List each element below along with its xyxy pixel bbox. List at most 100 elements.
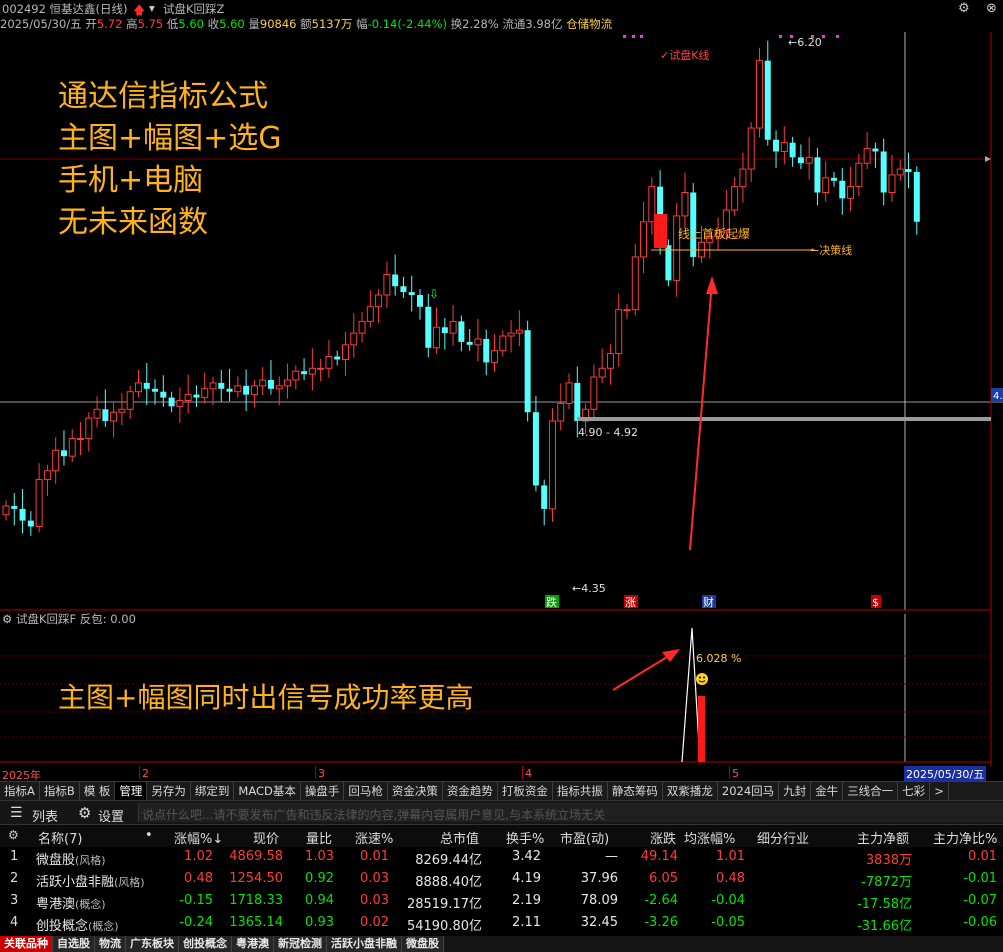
candle-body [648,186,656,223]
bottom-tab-row: 关联品种 自选股 物流 广东板块 创投概念 粤港澳 新冠检测 活跃小盘非融 微盘股 [0,936,1003,952]
tab-item[interactable]: MACD基本 [234,782,301,800]
comment-input[interactable]: 说点什么吧...请不要发布广告和违反法律的内容,弹幕内容属用户意见,与本系统立场… [142,806,605,823]
candle-body [872,148,879,152]
col-price[interactable]: 现价 [253,828,279,847]
menu-icon[interactable]: ▾ [149,1,155,15]
cell-speed: 0.02 [360,915,389,930]
tab-item[interactable]: 九封 [779,782,812,800]
time-axis: 2025年 2 3 4 5 2025/05/30/五 [0,766,1003,782]
table-row[interactable]: 4 创投概念(概念) -0.24 1365.14 0.93 0.02 54190.80亿 2.… [0,912,1003,934]
settings-gear-icon[interactable]: ⚙ [78,804,91,822]
col-ind[interactable]: 细分行业 [757,828,809,847]
cell-name: 微盘股(风格) [36,849,106,868]
candle-body [110,411,118,422]
cell-mcap: 54190.80亿 [406,919,482,934]
cell-idx: 1 [10,849,19,864]
candle-body [515,329,523,334]
tab-item[interactable]: 指标B [40,782,80,800]
tab-item[interactable]: 三线合一 [843,782,899,800]
candle-body [301,371,308,375]
cell-idx: 3 [10,893,19,908]
bottom-tab[interactable]: 广东板块 [126,936,179,952]
candle-body [458,321,465,342]
candle-body [747,127,755,170]
candle-body [863,148,871,164]
candle-body [102,409,109,422]
bottom-tab[interactable]: 物流 [95,936,126,952]
candle-body [896,168,904,176]
arrow-line [689,281,713,551]
candle-body [400,286,407,293]
tab-item[interactable]: 另存为 [147,782,191,800]
list-button[interactable]: 列表 [32,806,58,825]
tab-item[interactable]: 绑定到 [191,782,235,800]
candle-body [888,174,896,193]
tab-item[interactable]: 指标A [0,782,40,800]
cell-diff: 6.05 [649,871,678,886]
cell-avg: 0.48 [716,871,745,886]
high-label: 高 [126,17,138,31]
tab-item[interactable]: 模 板 [80,782,116,800]
bottom-tab[interactable]: 活跃小盘非融 [327,936,402,952]
signal-dot [640,35,643,38]
col-pe[interactable]: 市盈(动) [560,828,609,847]
promo-text-block: 通达信指标公式 主图+幅图+选G 手机+电脑 无未来函数 [58,76,282,244]
peak-label: ←6.20 [788,36,822,49]
tab-item[interactable]: 双紫播龙 [663,782,718,800]
cell-tag: (风格) [75,854,106,867]
col-mcap[interactable]: 总市值 [440,828,479,847]
col-diff[interactable]: 涨跌 [650,828,676,847]
cell-mcap: 8888.40亿 [415,875,482,890]
col-name[interactable]: 名称(7) [38,828,82,847]
col-net[interactable]: 主力净额 [857,828,909,847]
tab-item[interactable]: 2024回马 [718,782,780,800]
sector-value: 仓储物流 [566,17,613,31]
col-chg[interactable]: 涨幅%↓ [174,828,223,847]
bottom-tab[interactable]: 关联品种 [0,936,53,952]
bottom-tab[interactable]: 微盘股 [402,936,444,952]
list-icon[interactable]: ☰ [10,805,23,821]
gear-icon[interactable]: ⚙ [958,1,970,16]
close-icon[interactable]: ⊗ [986,1,997,16]
ksline-label: ✓试盘K线 [660,48,709,62]
tab-item[interactable]: 金牛 [811,782,844,800]
col-netp[interactable]: 主力净比% [933,828,997,847]
tab-item[interactable]: 静态筹码 [608,782,663,800]
tab-item[interactable]: 管理 [115,782,148,800]
tab-item[interactable]: 资金趋势 [443,782,498,800]
tab-item[interactable]: 打板资金 [498,782,553,800]
tab-item[interactable]: 七彩 [898,782,931,800]
candle-body [93,408,101,419]
tab-item[interactable]: 指标共振 [553,782,608,800]
bottom-tab[interactable]: 创投概念 [179,936,232,952]
col-vr[interactable]: 量比 [306,828,332,847]
high-value: 5.75 [137,17,164,31]
tab-item[interactable]: > [930,782,949,800]
candle-body [425,306,432,348]
table-row[interactable]: 1 微盘股(风格) 1.02 4869.58 1.03 0.01 8269.44亿 3.42 —… [0,846,1003,868]
tab-item[interactable]: 资金决策 [388,782,443,800]
candle-body [176,399,184,407]
smiley-icon [696,673,708,685]
cell-name: 活跃小盘非融(风格) [36,871,145,890]
bottom-tab[interactable]: 自选股 [53,936,95,952]
col-avg[interactable]: 均涨幅% [684,828,735,847]
table-row[interactable]: 2 活跃小盘非融(风格) 0.48 1254.50 0.92 0.03 8888.40亿 4.… [0,868,1003,890]
cell-chg: -0.24 [179,915,213,930]
cell-vr: 1.03 [305,849,334,864]
turnover-value: 换2.28% [450,17,499,31]
table-gear-icon[interactable]: ⚙ [8,828,19,842]
tab-item[interactable]: 操盘手 [301,782,345,800]
col-speed[interactable]: 涨速% [355,828,393,847]
bottom-tab[interactable]: 粤港澳 [232,936,274,952]
cell-pe: 32.45 [580,915,618,930]
bottom-tab[interactable]: 新冠检测 [274,936,327,952]
cell-vr: 0.94 [305,893,334,908]
sub-gear-icon[interactable]: ⚙ [2,612,12,626]
col-turn[interactable]: 换手% [506,828,544,847]
candle-body [152,388,159,392]
settings-button[interactable]: 设置 [98,806,124,825]
promo-line-4: 无未来函数 [58,205,208,240]
tab-item[interactable]: 回马枪 [344,782,388,800]
table-row[interactable]: 3 粤港澳(概念) -0.15 1718.33 0.94 0.03 28519.17亿 2.1… [0,890,1003,912]
